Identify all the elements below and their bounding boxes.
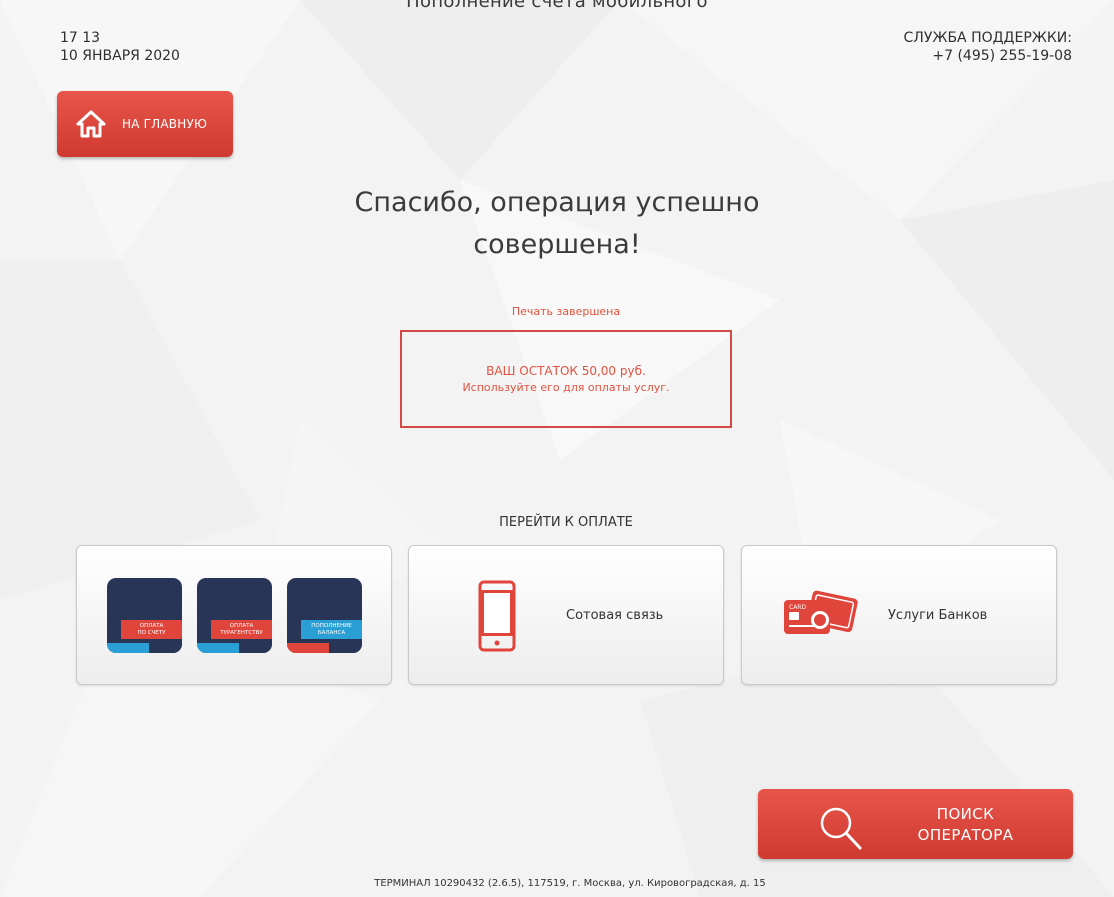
- search-icon: [820, 807, 862, 850]
- bank-services-label: Услуги Банков: [888, 608, 988, 623]
- operator-search-label: ПОИСК ОПЕРАТОРА: [917, 805, 1014, 844]
- terminal-info: ТЕРМИНАЛ 10290432 (2.6.5), 117519, г. Мо…: [374, 878, 766, 889]
- category-tag: ПОПОЛНЕНИЕ БАЛАНСА: [301, 620, 362, 639]
- print-status: Печать завершена: [511, 305, 621, 318]
- clock: 17 13 10 ЯНВАРЯ 2020: [60, 29, 180, 65]
- balance-amount: ВАШ ОСТАТОК 50,00 руб.: [486, 364, 646, 378]
- mobile-payment-label: Сотовая связь: [566, 608, 664, 623]
- operator-search-button[interactable]: ПОИСК ОПЕРАТОРА: [758, 789, 1073, 859]
- category-tag: ОПЛАТА ПО СЧЕТУ: [121, 620, 182, 639]
- home-button-label: НА ГЛАВНУЮ: [122, 117, 208, 131]
- category-pay-by-invoice[interactable]: ОПЛАТА ПО СЧЕТУ: [107, 578, 182, 653]
- support-phone: +7 (495) 255-19-08: [932, 48, 1072, 64]
- payment-categories-tile[interactable]: ОПЛАТА ПО СЧЕТУ ОПЛАТА ТУРАГЕНТСТВУ ПОПО…: [76, 545, 392, 685]
- clock-date: 10 ЯНВАРЯ 2020: [60, 48, 180, 64]
- category-tag: ОПЛАТА ТУРАГЕНТСТВУ: [211, 620, 272, 639]
- top-cropped-title: Пополнение счета мобильного: [406, 0, 708, 12]
- home-icon: [76, 110, 106, 138]
- support-label: СЛУЖБА ПОДДЕРЖКИ:: [903, 30, 1072, 46]
- category-balance-top-up[interactable]: ПОПОЛНЕНИЕ БАЛАНСА: [287, 578, 362, 653]
- category-pay-travel-agency[interactable]: ОПЛАТА ТУРАГЕНТСТВУ: [197, 578, 272, 653]
- page-title-line-1: Спасибо, операция успешно: [354, 187, 760, 218]
- clock-time: 17 13: [60, 30, 101, 46]
- goto-payment-label: ПЕРЕЙТИ К ОПЛАТЕ: [499, 515, 633, 530]
- mobile-payment-tile[interactable]: Сотовая связь: [408, 545, 724, 685]
- page-title: Спасибо, операция успешно совершена!: [330, 182, 784, 266]
- svg-text:CARD: CARD: [789, 604, 806, 611]
- support-info: СЛУЖБА ПОДДЕРЖКИ: +7 (495) 255-19-08: [904, 29, 1072, 65]
- balance-hint: Используйте его для оплаты услуг.: [462, 381, 670, 394]
- mobile-phone-icon: [478, 580, 516, 652]
- bank-cards-icon: CARD: [784, 590, 858, 634]
- page-title-line-2: совершена!: [473, 229, 641, 260]
- bank-services-tile[interactable]: CARD Услуги Банков: [741, 545, 1057, 685]
- balance-box: ВАШ ОСТАТОК 50,00 руб. Используйте его д…: [400, 330, 732, 428]
- home-button[interactable]: НА ГЛАВНУЮ: [57, 91, 233, 157]
